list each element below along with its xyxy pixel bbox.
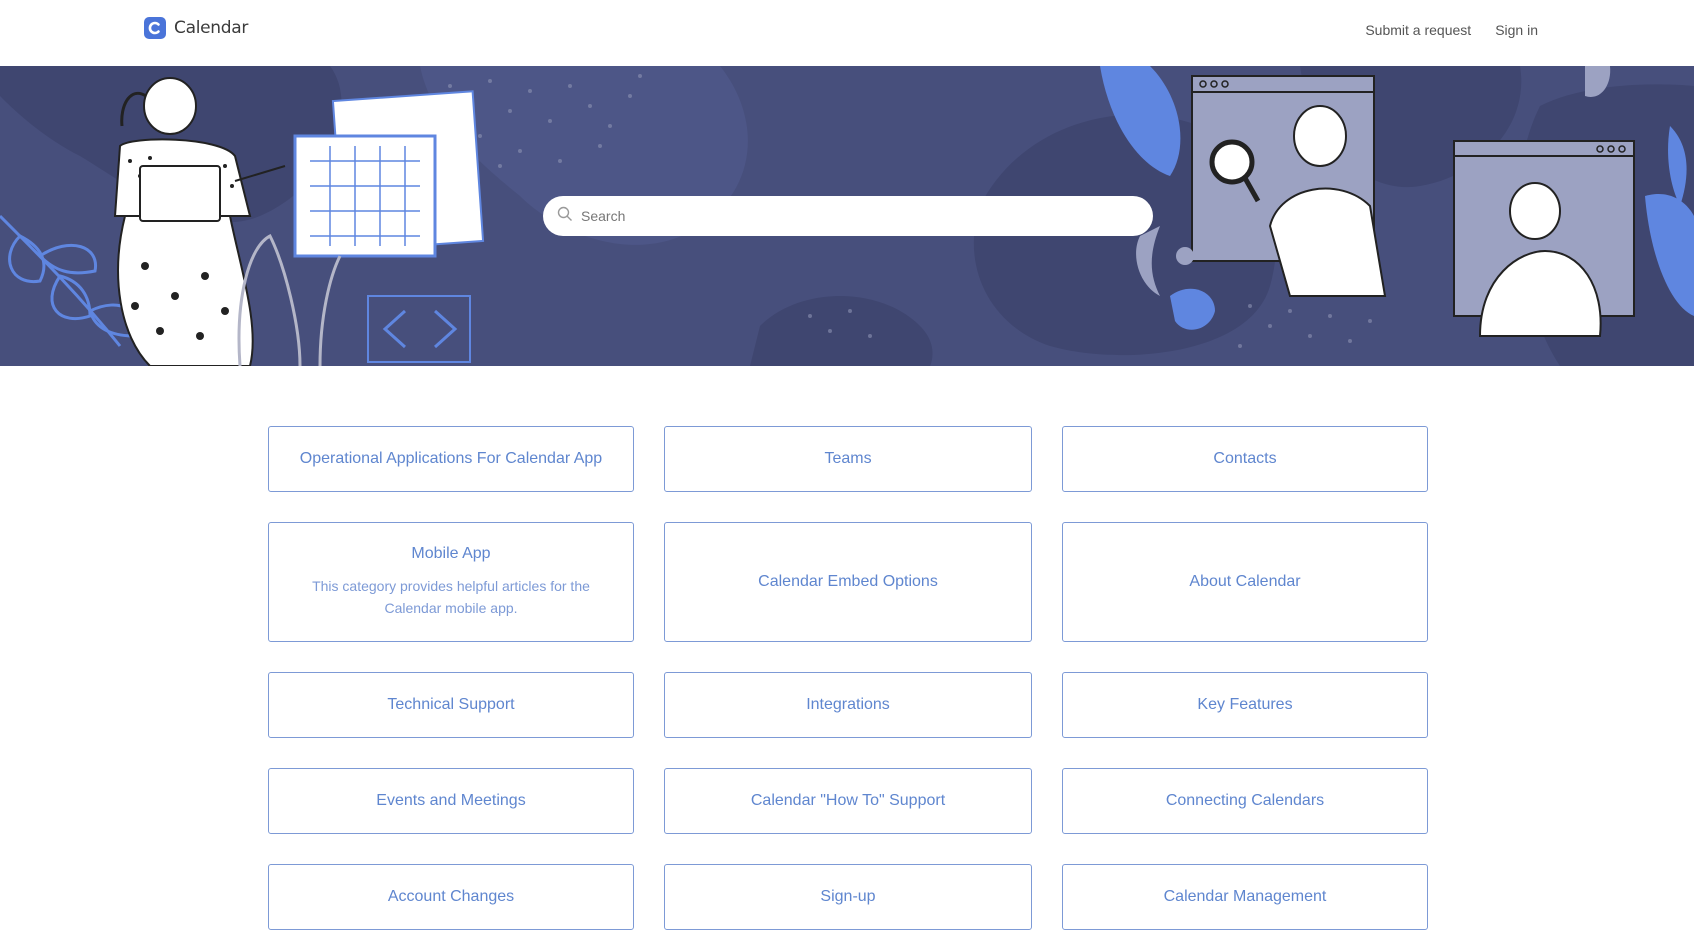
header-nav: Submit a request Sign in: [1365, 22, 1538, 38]
submit-request-link[interactable]: Submit a request: [1365, 22, 1471, 38]
category-card[interactable]: Calendar Embed Options: [664, 522, 1032, 642]
category-card[interactable]: Contacts: [1062, 426, 1428, 492]
category-grid: Operational Applications For Calendar Ap…: [268, 426, 1428, 930]
category-title: Calendar Management: [1163, 888, 1327, 905]
category-title: Account Changes: [387, 888, 515, 905]
category-description: This category provides helpful articles …: [312, 578, 590, 616]
category-title: Key Features: [1197, 696, 1293, 713]
category-card[interactable]: Mobile App This category provides helpfu…: [268, 522, 634, 642]
category-card[interactable]: Sign-up: [664, 864, 1032, 930]
category-card[interactable]: Technical Support: [268, 672, 634, 738]
category-title: Events and Meetings: [376, 792, 526, 809]
category-title: Calendar Embed Options: [758, 573, 938, 590]
category-title: Contacts: [1213, 450, 1277, 467]
category-card[interactable]: Events and Meetings: [268, 768, 634, 834]
search-icon: [557, 206, 573, 227]
category-card[interactable]: Connecting Calendars: [1062, 768, 1428, 834]
category-title: Teams: [824, 450, 872, 467]
logo-text: Calendar: [174, 18, 249, 38]
category-title: About Calendar: [1189, 573, 1301, 590]
search-input[interactable]: [573, 201, 1133, 231]
calendar-logo-icon: [144, 17, 166, 39]
category-title: Calendar "How To" Support: [750, 792, 946, 809]
category-card[interactable]: Calendar "How To" Support: [664, 768, 1032, 834]
category-card[interactable]: Key Features: [1062, 672, 1428, 738]
calendar-logo[interactable]: Calendar: [144, 17, 248, 39]
category-title: Technical Support: [387, 696, 515, 713]
category-card[interactable]: Teams: [664, 426, 1032, 492]
sign-in-link[interactable]: Sign in: [1495, 22, 1538, 38]
search-bar[interactable]: [543, 196, 1153, 236]
site-header: Calendar Submit a request Sign in: [0, 0, 1694, 66]
category-title: Operational Applications For Calendar Ap…: [299, 450, 603, 467]
category-title: Connecting Calendars: [1165, 792, 1325, 809]
category-title: Mobile App: [411, 545, 491, 562]
category-card[interactable]: Calendar Management: [1062, 864, 1428, 930]
category-card[interactable]: About Calendar: [1062, 522, 1428, 642]
category-card[interactable]: Account Changes: [268, 864, 634, 930]
category-title: Integrations: [806, 696, 890, 713]
category-card[interactable]: Integrations: [664, 672, 1032, 738]
category-title: Sign-up: [820, 888, 876, 905]
category-card[interactable]: Operational Applications For Calendar Ap…: [268, 426, 634, 492]
hero-banner: [0, 66, 1694, 366]
